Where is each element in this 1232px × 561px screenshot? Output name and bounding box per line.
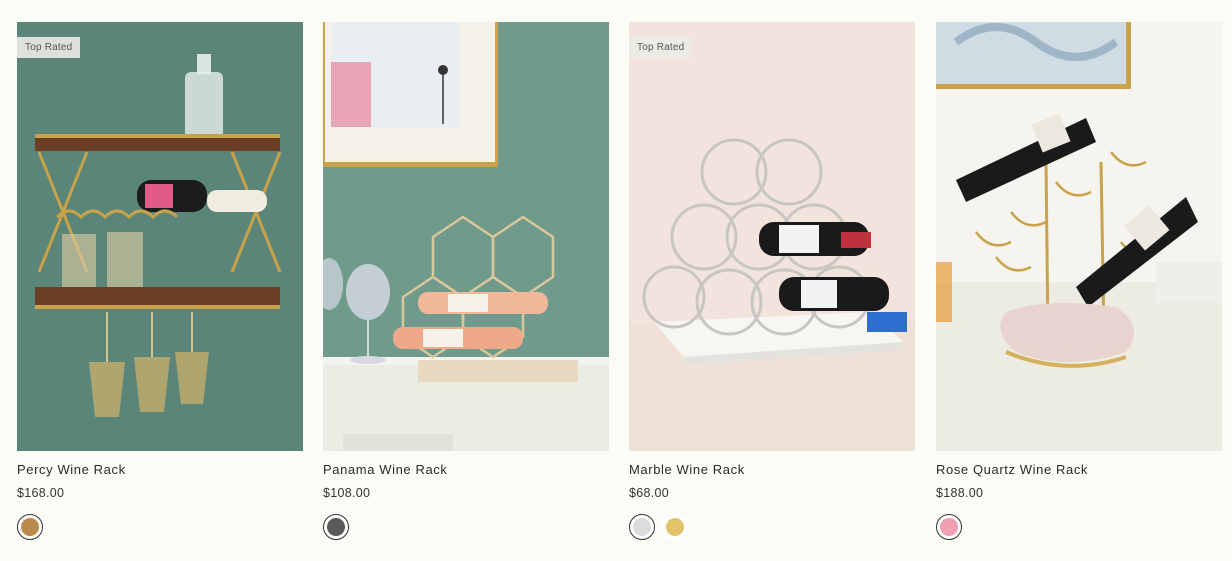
color-swatch[interactable] xyxy=(323,514,349,540)
product-title[interactable]: Rose Quartz Wine Rack xyxy=(936,462,1222,477)
color-swatches xyxy=(323,514,609,540)
swatch-color xyxy=(327,518,345,536)
swatch-color xyxy=(940,518,958,536)
top-rated-badge: Top Rated xyxy=(629,37,693,58)
swatch-color xyxy=(633,518,651,536)
product-image xyxy=(936,22,1222,451)
color-swatches xyxy=(17,514,303,540)
product-grid: Top Rated Percy Wine Rack $168.00 Panama… xyxy=(0,0,1232,561)
color-swatch[interactable] xyxy=(17,514,43,540)
product-card: Panama Wine Rack $108.00 xyxy=(323,22,609,540)
product-price: $108.00 xyxy=(323,486,371,500)
product-price: $68.00 xyxy=(629,486,670,500)
product-image xyxy=(17,22,303,451)
product-title[interactable]: Panama Wine Rack xyxy=(323,462,609,477)
color-swatch[interactable] xyxy=(662,514,688,540)
product-card: Top Rated Percy Wine Rack $168.00 xyxy=(17,22,303,540)
product-title[interactable]: Percy Wine Rack xyxy=(17,462,303,477)
product-card: Top Rated Marble Wine Rack $68.00 xyxy=(629,22,915,540)
product-image-link[interactable]: Top Rated xyxy=(629,22,915,451)
color-swatch[interactable] xyxy=(629,514,655,540)
product-image xyxy=(629,22,915,451)
product-image xyxy=(323,22,609,451)
color-swatches xyxy=(936,514,1222,540)
product-price: $188.00 xyxy=(936,486,984,500)
product-image-link[interactable]: Top Rated xyxy=(17,22,303,451)
swatch-color xyxy=(21,518,39,536)
product-card: Rose Quartz Wine Rack $188.00 xyxy=(936,22,1222,540)
product-image-link[interactable] xyxy=(323,22,609,451)
product-title[interactable]: Marble Wine Rack xyxy=(629,462,915,477)
color-swatches xyxy=(629,514,915,540)
color-swatch[interactable] xyxy=(936,514,962,540)
top-rated-badge: Top Rated xyxy=(17,37,81,58)
swatch-color xyxy=(666,518,684,536)
product-image-link[interactable] xyxy=(936,22,1222,451)
product-price: $168.00 xyxy=(17,486,65,500)
